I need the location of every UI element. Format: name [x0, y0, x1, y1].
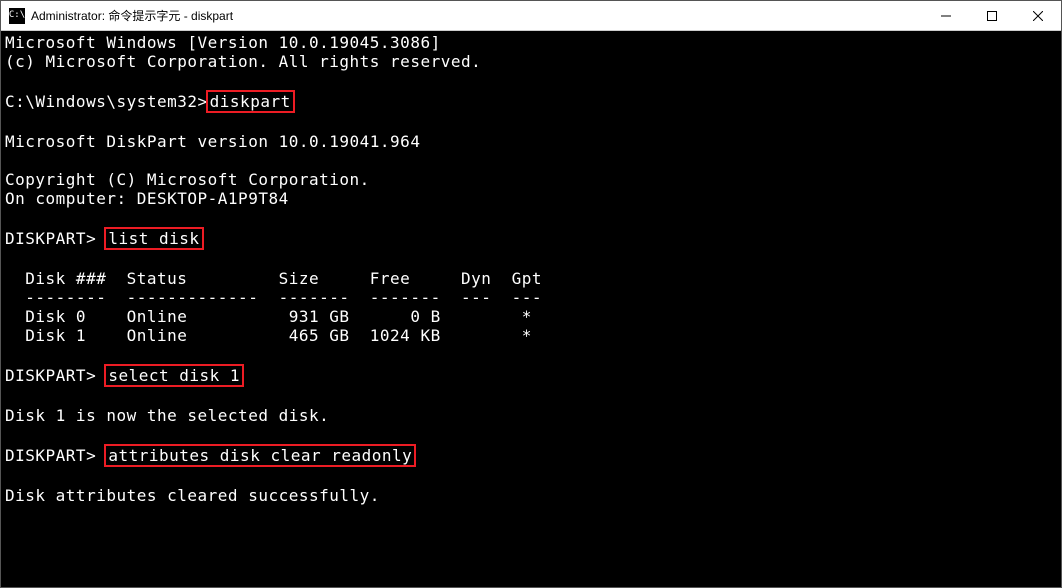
highlight-diskpart: diskpart [206, 90, 295, 113]
highlight-attributes: attributes disk clear readonly [104, 444, 416, 467]
cleared-msg-line: Disk attributes cleared successfully. [5, 486, 1057, 505]
copyright-line: (c) Microsoft Corporation. All rights re… [5, 52, 1057, 71]
blank-line [5, 425, 1057, 444]
window-title: Administrator: 命令提示字元 - diskpart [31, 7, 923, 24]
diskpart-prompt: DISKPART> [5, 229, 106, 248]
table-header: Disk ### Status Size Free Dyn Gpt [5, 269, 1057, 288]
diskpart-prompt: DISKPART> [5, 366, 106, 385]
table-row: Disk 1 Online 465 GB 1024 KB * [5, 326, 1057, 345]
highlight-list-disk: list disk [104, 227, 203, 250]
close-icon [1033, 11, 1043, 21]
close-button[interactable] [1015, 1, 1061, 30]
minimize-icon [941, 11, 951, 21]
attributes-line: DISKPART> attributes disk clear readonly [5, 444, 1057, 467]
blank-line [5, 71, 1057, 90]
titlebar[interactable]: C:\ Administrator: 命令提示字元 - diskpart [1, 1, 1061, 31]
diskpart-copyright-line: Copyright (C) Microsoft Corporation. [5, 170, 1057, 189]
computer-line: On computer: DESKTOP-A1P9T84 [5, 189, 1057, 208]
highlight-select-disk: select disk 1 [104, 364, 244, 387]
path-prompt: C:\Windows\system32> [5, 92, 208, 111]
maximize-button[interactable] [969, 1, 1015, 30]
diskpart-version-line: Microsoft DiskPart version 10.0.19041.96… [5, 132, 1057, 151]
table-row: Disk 0 Online 931 GB 0 B * [5, 307, 1057, 326]
command-prompt-window: C:\ Administrator: 命令提示字元 - diskpart Mic… [0, 0, 1062, 588]
terminal-output[interactable]: Microsoft Windows [Version 10.0.19045.30… [1, 31, 1061, 587]
blank-line [5, 345, 1057, 364]
diskpart-cmd-line: C:\Windows\system32>diskpart [5, 90, 1057, 113]
blank-line [5, 467, 1057, 486]
list-disk-line: DISKPART> list disk [5, 227, 1057, 250]
diskpart-prompt: DISKPART> [5, 446, 106, 465]
blank-line [5, 250, 1057, 269]
maximize-icon [987, 11, 997, 21]
table-divider: -------- ------------- ------- ------- -… [5, 288, 1057, 307]
blank-line [5, 208, 1057, 227]
blank-line [5, 387, 1057, 406]
app-icon-text: C:\ [9, 11, 25, 20]
select-disk-line: DISKPART> select disk 1 [5, 364, 1057, 387]
blank-line [5, 151, 1057, 170]
version-line: Microsoft Windows [Version 10.0.19045.30… [5, 33, 1057, 52]
selected-msg-line: Disk 1 is now the selected disk. [5, 406, 1057, 425]
minimize-button[interactable] [923, 1, 969, 30]
app-icon: C:\ [9, 8, 25, 24]
window-controls [923, 1, 1061, 30]
blank-line [5, 113, 1057, 132]
